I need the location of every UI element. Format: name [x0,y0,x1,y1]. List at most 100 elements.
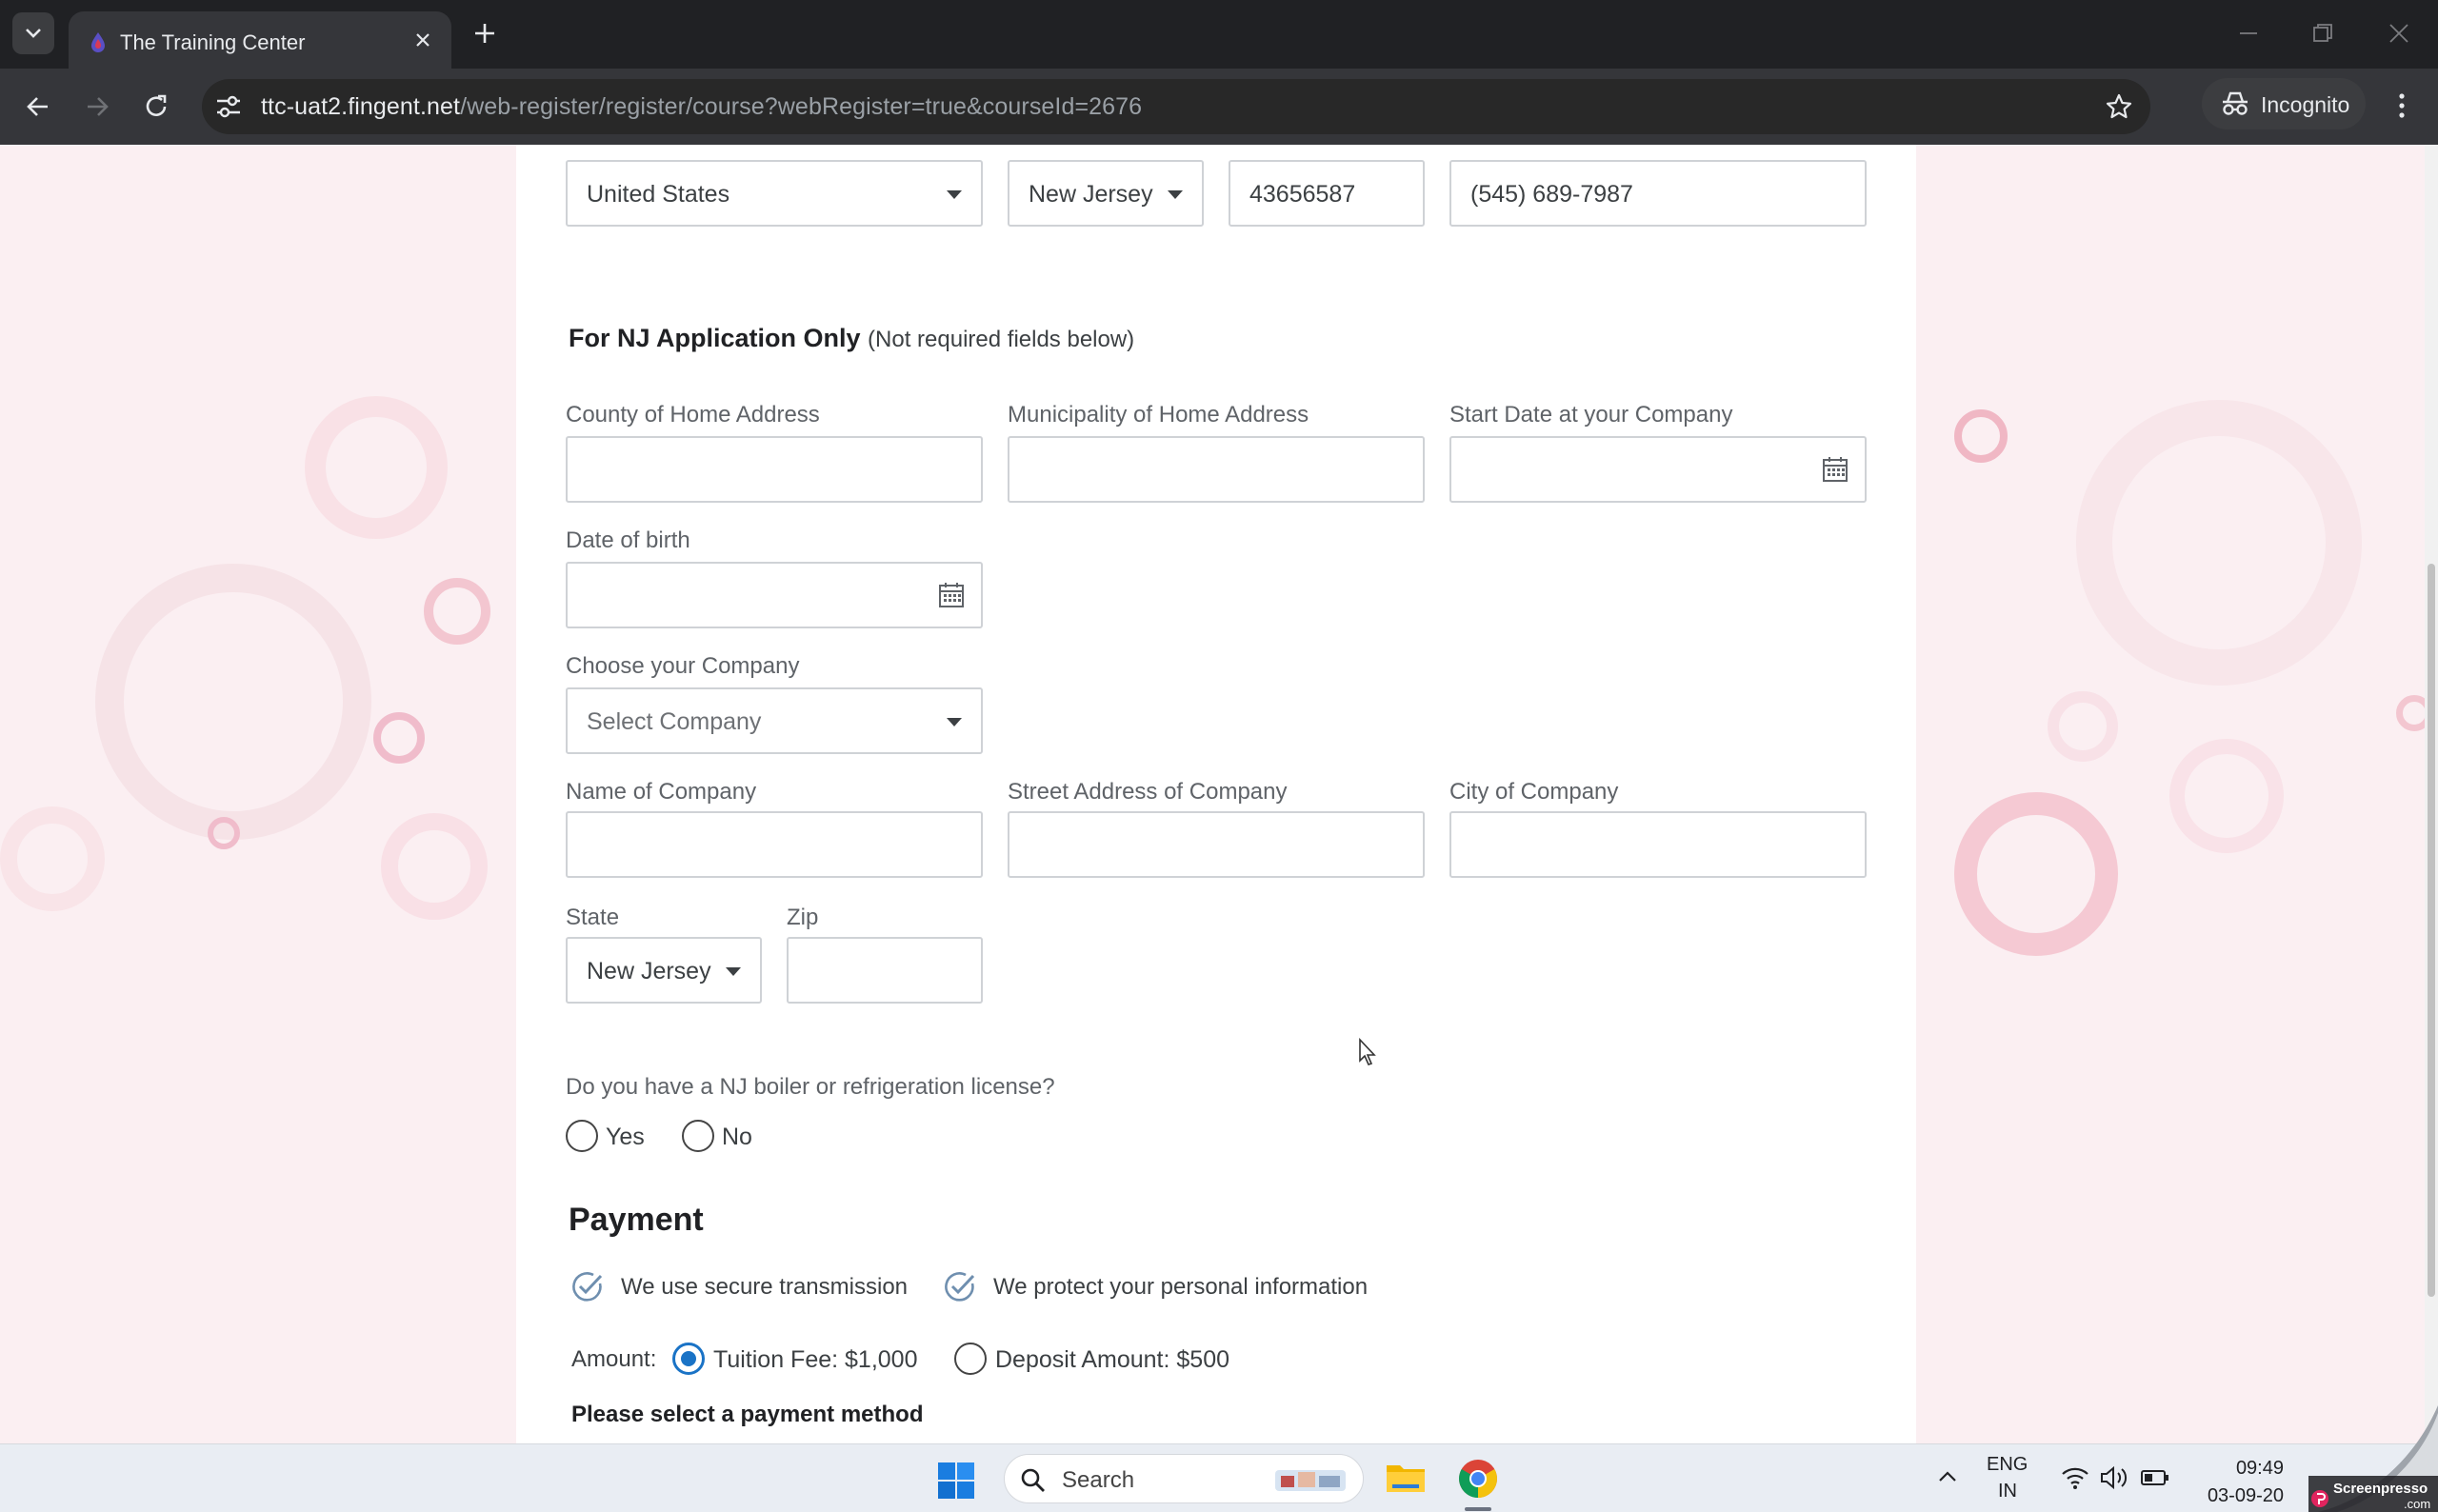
url-host: ttc-uat2.fingent.net [261,93,461,120]
system-clock[interactable]: 09:49 03-09-20 [2188,1458,2284,1507]
deposit-amount-label: Deposit Amount: $500 [995,1346,1229,1373]
url-text: ttc-uat2.fingent.net/web-register/regist… [261,93,1142,121]
company-select[interactable]: Select Company [566,687,983,754]
site-favicon-icon [91,32,105,52]
reload-icon[interactable] [141,91,171,122]
municipality-input[interactable] [1008,436,1425,503]
tab-the-training-center[interactable]: The Training Center [69,11,451,69]
svg-text:Screenpresso: Screenpresso [2333,1481,2428,1497]
tuition-fee-radio[interactable] [672,1343,705,1375]
new-tab-icon[interactable] [472,21,497,46]
chrome-active-indicator [1465,1507,1491,1511]
check-shield-icon [572,1272,603,1302]
company-select-placeholder: Select Company [587,708,762,735]
taskbar-search-placeholder: Search [1062,1467,1135,1493]
company-name-input[interactable] [566,811,983,878]
volume-icon[interactable] [2099,1465,2129,1490]
address-bar[interactable]: ttc-uat2.fingent.net/web-register/regist… [202,79,2150,134]
url-path: /web-register/register/course?webRegiste… [460,93,1143,120]
close-tab-icon[interactable] [413,30,432,50]
decorative-circle [208,817,240,849]
company-name-label: Name of Company [566,779,757,805]
license-no-label: No [722,1124,752,1150]
company-city-input[interactable] [1449,811,1867,878]
decorative-circle [424,578,490,645]
language-top[interactable]: ENG [1987,1454,2028,1476]
payment-method-prompt: Please select a payment method [571,1402,924,1427]
back-arrow-icon[interactable] [23,91,53,122]
zip-input[interactable]: 43656587 [1229,160,1425,227]
search-highlight-icon [1275,1470,1346,1491]
caret-down-icon [947,190,962,199]
license-no-radio[interactable] [682,1120,714,1152]
decorative-circle [381,813,488,920]
page-scrollbar[interactable] [2425,145,2438,1443]
deposit-amount-radio[interactable] [954,1343,987,1375]
country-value: United States [587,181,730,208]
calendar-icon[interactable] [1821,455,1849,484]
close-window-icon[interactable] [2387,21,2411,46]
company-street-input[interactable] [1008,811,1425,878]
incognito-icon [2223,91,2248,115]
dob-input[interactable] [566,562,983,628]
incognito-indicator[interactable]: Incognito [2202,78,2366,129]
minimize-icon[interactable] [2236,21,2261,46]
zip-value: 43656587 [1249,181,1356,208]
windows-start-icon[interactable] [937,1462,975,1500]
registration-form-card: United States New Jersey 43656587 (545) … [516,145,1916,1443]
mouse-cursor-icon [1359,1038,1376,1065]
file-explorer-icon[interactable] [1385,1458,1427,1496]
choose-company-label: Choose your Company [566,653,800,679]
language-bottom[interactable]: IN [1998,1481,2017,1502]
chevron-down-icon [26,29,41,38]
county-input[interactable] [566,436,983,503]
bookmark-star-icon[interactable] [2105,92,2133,121]
tab-title: The Training Center [120,30,306,54]
company-state-label: State [566,905,620,930]
license-yes-radio[interactable] [566,1120,598,1152]
show-hidden-icons-icon[interactable] [1937,1469,1958,1484]
state-select[interactable]: New Jersey [1008,160,1204,227]
start-date-input[interactable] [1449,436,1867,503]
page-viewport: United States New Jersey 43656587 (545) … [0,145,2438,1443]
calendar-icon[interactable] [937,581,966,609]
scrollbar-thumb[interactable] [2428,564,2435,1297]
decorative-circle [2076,400,2362,686]
restore-icon[interactable] [2310,21,2335,46]
decorative-circle [2048,691,2118,762]
municipality-label: Municipality of Home Address [1008,402,1309,428]
company-zip-input[interactable] [787,937,983,1004]
search-icon [1021,1468,1045,1492]
incognito-label: Incognito [2261,92,2350,117]
license-question: Do you have a NJ boiler or refrigeration… [566,1074,1055,1100]
taskbar-search[interactable]: Search [1004,1454,1364,1503]
decorative-circle [2169,739,2284,853]
state-value: New Jersey [1029,181,1153,208]
company-state-select[interactable]: New Jersey [566,937,762,1004]
windows-taskbar: Search ENG IN 09:49 03-09-20 [0,1443,2438,1512]
company-city-label: City of Company [1449,779,1619,805]
screenpresso-watermark-logo: Screenpresso .com [2308,1405,2438,1512]
forward-arrow-icon[interactable] [82,91,112,122]
site-info-icon[interactable] [213,92,244,121]
browser-menu-icon[interactable] [2396,91,2408,120]
company-street-label: Street Address of Company [1008,779,1288,805]
decorative-circle [0,806,105,911]
decorative-circle [1954,792,2118,956]
cell-phone-input[interactable]: (545) 689-7987 [1449,160,1867,227]
nj-section-title-text: For NJ Application Only [569,324,861,352]
caret-down-icon [947,718,962,726]
dob-label: Date of birth [566,527,690,553]
chrome-icon[interactable] [1457,1458,1499,1500]
payment-title: Payment [569,1202,704,1238]
tab-search-button[interactable] [12,12,54,54]
country-select[interactable]: United States [566,160,983,227]
decorative-circle [373,712,425,764]
wifi-icon[interactable] [2061,1465,2089,1490]
decorative-circle [1954,409,2008,463]
clock-date: 03-09-20 [2207,1485,2284,1506]
nj-section-title: For NJ Application Only (Not required fi… [569,324,1134,353]
start-date-label: Start Date at your Company [1449,402,1733,428]
secure-transmission-text: We use secure transmission [621,1274,909,1300]
battery-icon[interactable] [2141,1468,2169,1487]
